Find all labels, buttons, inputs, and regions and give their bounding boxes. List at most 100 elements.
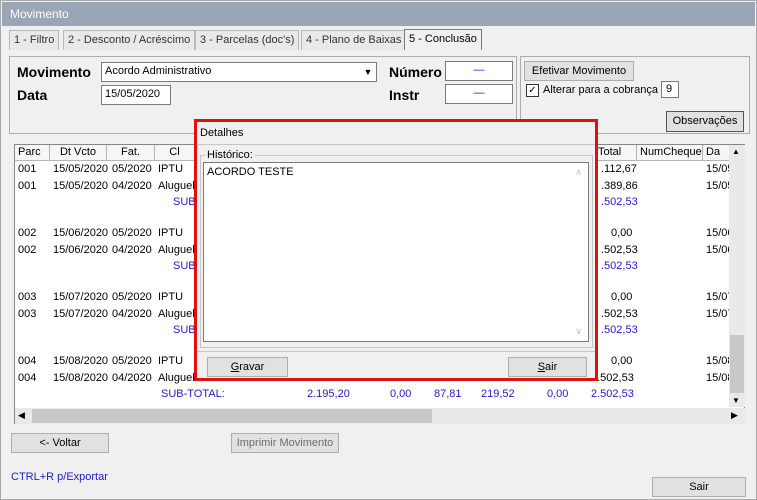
- cell-dtvcto: 15/08/2020: [53, 372, 109, 384]
- tab-parcelas[interactable]: 3 - Parcelas (doc's): [195, 30, 300, 50]
- subtotal-value: 219,52: [481, 388, 515, 400]
- grid-header-total[interactable]: Total: [595, 145, 637, 161]
- data-label: Data: [17, 87, 48, 103]
- grid-header-dtvcto[interactable]: Dt Vcto: [50, 145, 107, 161]
- cell-parc: 002: [18, 227, 37, 239]
- cell-parc: 004: [18, 372, 37, 384]
- instr-field: —: [445, 84, 513, 104]
- cell-dtvcto: 15/08/2020: [53, 355, 109, 367]
- cell-parc: 002: [18, 244, 37, 256]
- grid-header-numcheque[interactable]: NumCheque: [637, 145, 703, 161]
- grid-header-cl[interactable]: Cl: [155, 145, 195, 161]
- observacoes-button[interactable]: Observações: [666, 111, 744, 132]
- movimento-select[interactable]: Acordo Administrativo ▼: [101, 62, 377, 82]
- cell-subtotal-label: SUB: [173, 260, 196, 272]
- historico-label: Histórico:: [205, 149, 255, 161]
- vertical-scroll-thumb[interactable]: [730, 335, 744, 393]
- subtotal-value: 2.502,53: [591, 388, 634, 400]
- data-input[interactable]: 15/05/2020: [101, 85, 171, 105]
- cell-cl: Aluguel: [158, 372, 195, 384]
- tab-filtro[interactable]: 1 - Filtro: [9, 30, 60, 50]
- subtotal-value: 2.195,20: [307, 388, 350, 400]
- detalhes-title: Detalhes: [200, 127, 244, 139]
- window-title: Movimento: [2, 2, 755, 26]
- cell-fat: 04/2020: [112, 244, 152, 256]
- cell-dtvcto: 15/06/2020: [53, 227, 109, 239]
- cell-dtvcto: 15/05/2020: [53, 180, 109, 192]
- horizontal-scrollbar[interactable]: ◀ ▶: [15, 408, 745, 424]
- movimento-select-value: Acordo Administrativo: [105, 65, 212, 77]
- cell-parc: 001: [18, 163, 37, 175]
- scroll-up-icon[interactable]: ▲: [732, 147, 740, 156]
- cell-subtotal-label: SUB: [173, 196, 196, 208]
- scroll-down-icon[interactable]: ▼: [732, 396, 740, 405]
- subtotal-value: 0,00: [390, 388, 412, 400]
- cell-cl: Aluguel: [158, 244, 195, 256]
- cell-total: .502,53: [601, 244, 638, 256]
- imprimir-movimento-button[interactable]: Imprimir Movimento: [231, 433, 339, 453]
- numero-label: Número: [389, 64, 442, 80]
- cell-parc: 003: [18, 291, 37, 303]
- gravar-button[interactable]: Gravar: [207, 357, 288, 377]
- grid-header-da[interactable]: Da: [703, 145, 731, 161]
- numero-field: —: [445, 61, 513, 81]
- cell-total: 0,00: [611, 291, 633, 303]
- grid-header-parc[interactable]: Parc: [15, 145, 50, 161]
- cell-dtvcto: 15/05/2020: [53, 163, 109, 175]
- cell-total: .502,53: [601, 196, 638, 208]
- cell-cl: Aluguel: [158, 180, 195, 192]
- cell-total: .502,53: [601, 308, 638, 320]
- cell-fat: 05/2020: [112, 291, 152, 303]
- cell-subtotal-label: SUB: [173, 324, 196, 336]
- alterar-cobranca-label: Alterar para a cobrança: [543, 84, 658, 96]
- modal-sair-button[interactable]: Sair: [508, 357, 587, 377]
- scroll-left-icon[interactable]: ◀: [18, 410, 25, 421]
- grid-header-fat[interactable]: Fat.: [107, 145, 155, 161]
- cell-cl: Aluguel: [158, 308, 195, 320]
- tab-plano-de-baixas[interactable]: 4 - Plano de Baixas: [301, 30, 407, 50]
- vertical-scrollbar[interactable]: ▲ ▼: [729, 145, 745, 407]
- cell-fat: 05/2020: [112, 163, 152, 175]
- cell-fat: 05/2020: [112, 227, 152, 239]
- tab-desconto-acrescimo[interactable]: 2 - Desconto / Acréscimo: [63, 30, 196, 50]
- cell-fat: 04/2020: [112, 372, 152, 384]
- cell-total: .502,53: [601, 260, 638, 272]
- cell-total: .502,53: [601, 324, 638, 336]
- scroll-up-icon[interactable]: ∧: [575, 167, 582, 178]
- divider: [197, 144, 595, 145]
- subtotal-label: SUB-TOTAL:: [161, 388, 225, 400]
- cell-total: 0,00: [611, 227, 633, 239]
- cell-total: 0,00: [611, 355, 633, 367]
- cell-dtvcto: 15/07/2020: [53, 291, 109, 303]
- cell-cl: IPTU: [158, 355, 184, 367]
- alterar-cobranca-checkbox[interactable]: ✓: [526, 84, 539, 97]
- export-hint: CTRL+R p/Exportar: [11, 471, 108, 483]
- scroll-right-icon[interactable]: ▶: [731, 410, 738, 421]
- historico-text: ACORDO TESTE: [207, 166, 294, 178]
- instr-label: Instr: [389, 87, 420, 103]
- cell-cl: IPTU: [158, 291, 184, 303]
- voltar-button[interactable]: <- Voltar: [11, 433, 109, 453]
- subtotal-value: 87,81: [434, 388, 462, 400]
- sair-button[interactable]: Sair: [652, 477, 746, 497]
- cell-dtvcto: 15/06/2020: [53, 244, 109, 256]
- subtotal-value: 0,00: [547, 388, 569, 400]
- cell-fat: 05/2020: [112, 355, 152, 367]
- tab-conclusao[interactable]: 5 - Conclusão: [404, 29, 482, 50]
- historico-textarea[interactable]: ACORDO TESTE ∧ ∨: [203, 162, 589, 342]
- chevron-down-icon[interactable]: ▼: [361, 64, 375, 80]
- cell-parc: 001: [18, 180, 37, 192]
- cell-total: .112,67: [601, 163, 637, 175]
- alterar-cobranca-input[interactable]: 9: [661, 81, 679, 98]
- divider: [197, 351, 595, 352]
- detalhes-dialog: Detalhes Histórico: ACORDO TESTE ∧ ∨ Gra…: [194, 119, 598, 381]
- efetivar-movimento-button[interactable]: Efetivar Movimento: [524, 61, 634, 81]
- cell-dtvcto: 15/07/2020: [53, 308, 109, 320]
- cell-cl: IPTU: [158, 227, 184, 239]
- cell-fat: 04/2020: [112, 180, 152, 192]
- movimento-label: Movimento: [17, 64, 91, 80]
- horizontal-scroll-thumb[interactable]: [32, 409, 432, 423]
- cell-fat: 04/2020: [112, 308, 152, 320]
- cell-parc: 004: [18, 355, 37, 367]
- scroll-down-icon[interactable]: ∨: [575, 326, 582, 337]
